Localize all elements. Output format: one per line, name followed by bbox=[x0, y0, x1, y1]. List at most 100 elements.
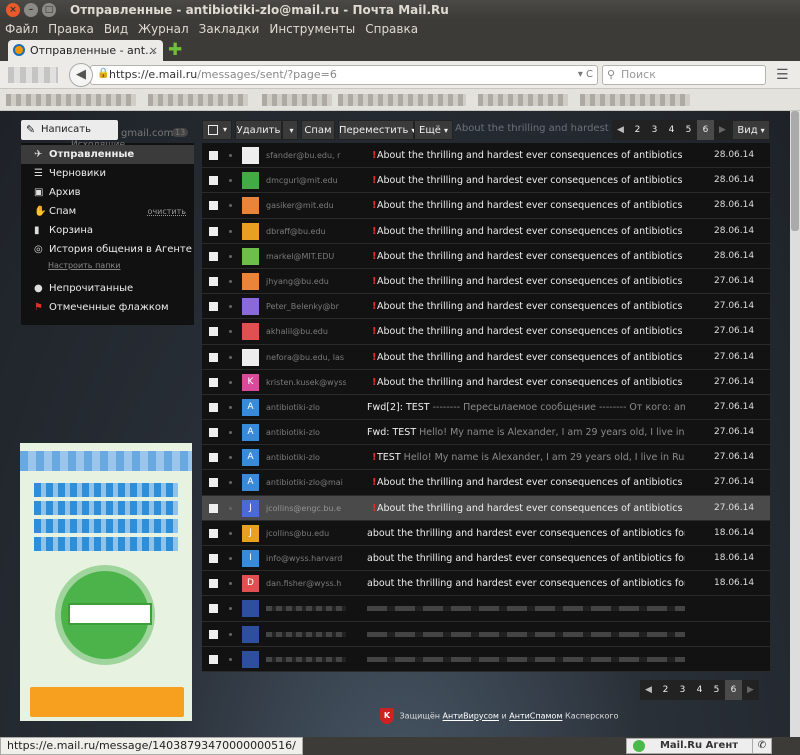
select-all-checkbox[interactable]: ▾ bbox=[202, 120, 232, 140]
folder-spam[interactable]: ✋ Спам очистить bbox=[21, 202, 194, 221]
message-checkbox[interactable] bbox=[209, 604, 218, 614]
message-checkbox[interactable] bbox=[209, 453, 218, 463]
window-maximize-button[interactable]: □ bbox=[42, 3, 56, 17]
page-5-button[interactable]: 5 bbox=[680, 120, 697, 140]
menu-bookmarks[interactable]: Закладки bbox=[199, 20, 260, 39]
page-2-button[interactable]: 2 bbox=[657, 680, 674, 700]
read-status-dot[interactable] bbox=[229, 355, 232, 359]
filter-unread[interactable]: ● Непрочитанные bbox=[21, 279, 194, 298]
message-row[interactable]: nefora@bu.edu, las! About the thrilling a… bbox=[202, 344, 770, 370]
page-2-button[interactable]: 2 bbox=[629, 120, 646, 140]
message-row[interactable]: Aantibiotiki-zlo@mai! About the thrilling… bbox=[202, 470, 770, 496]
read-status-dot[interactable] bbox=[229, 179, 232, 183]
important-flag-icon[interactable]: ! bbox=[372, 445, 377, 470]
read-status-dot[interactable] bbox=[229, 380, 232, 384]
next-page-button[interactable]: ▶ bbox=[742, 680, 759, 700]
bookmark-item[interactable] bbox=[148, 94, 248, 106]
window-close-button[interactable]: × bbox=[6, 3, 20, 17]
message-row[interactable]: Kkristen.kusek@wyss! About the thrilling … bbox=[202, 369, 770, 395]
folder-drafts[interactable]: ☰ Черновики bbox=[21, 164, 194, 183]
ad-button[interactable] bbox=[30, 687, 184, 717]
tab-close-icon[interactable]: × bbox=[149, 40, 158, 61]
page-6-button[interactable]: 6 bbox=[697, 120, 714, 140]
more-button[interactable]: Ещё ▾ bbox=[414, 120, 453, 140]
important-flag-icon[interactable]: ! bbox=[372, 193, 377, 218]
page-scrollbar[interactable] bbox=[790, 111, 800, 737]
menu-file[interactable]: Файл bbox=[5, 20, 38, 39]
filter-flagged[interactable]: ⚑ Отмеченные флажком bbox=[21, 298, 194, 317]
folder-sent[interactable]: ✈ Отправленные bbox=[21, 145, 194, 164]
read-status-dot[interactable] bbox=[229, 254, 232, 258]
message-row[interactable]: Aantibiotiki-zlo Fwd[2]: TEST -------- Пе… bbox=[202, 394, 770, 421]
message-row[interactable]: Aantibiotiki-zlo! TEST Hello! My name is … bbox=[202, 445, 770, 471]
bookmark-item[interactable] bbox=[262, 94, 332, 106]
important-flag-icon[interactable]: ! bbox=[372, 244, 377, 269]
read-status-dot[interactable] bbox=[229, 330, 232, 334]
read-status-dot[interactable] bbox=[229, 531, 232, 535]
url-bar[interactable]: 🔒 https://e.mail.ru/messages/sent/?page=… bbox=[90, 65, 598, 85]
message-checkbox[interactable] bbox=[209, 503, 218, 513]
message-row-blurred[interactable] bbox=[202, 621, 770, 647]
message-checkbox[interactable] bbox=[209, 654, 218, 664]
read-status-dot[interactable] bbox=[229, 657, 232, 661]
read-status-dot[interactable] bbox=[229, 204, 232, 208]
message-row[interactable]: jhyang@bu.edu! About the thrilling and ha… bbox=[202, 268, 770, 295]
bookmark-item[interactable] bbox=[6, 94, 136, 106]
spam-button[interactable]: Спам bbox=[301, 120, 335, 140]
message-row[interactable]: dmcgurl@mit.edu! About the thrilling and … bbox=[202, 168, 770, 194]
message-checkbox[interactable] bbox=[209, 251, 218, 261]
menu-history[interactable]: Журнал bbox=[138, 20, 189, 39]
read-status-dot[interactable] bbox=[229, 305, 232, 309]
message-checkbox[interactable] bbox=[209, 554, 218, 563]
antispam-link[interactable]: АнтиСпамом bbox=[509, 712, 562, 721]
important-flag-icon[interactable]: ! bbox=[372, 294, 377, 319]
clear-spam-link[interactable]: очистить bbox=[148, 202, 186, 221]
folder-agent-history[interactable]: ◎ История общения в Агенте bbox=[21, 240, 194, 259]
window-minimize-button[interactable]: – bbox=[24, 3, 38, 17]
delete-dropdown-button[interactable]: ▾ bbox=[282, 120, 298, 140]
message-checkbox[interactable] bbox=[209, 478, 218, 488]
page-6-button[interactable]: 6 bbox=[725, 680, 742, 700]
menu-help[interactable]: Справка bbox=[365, 20, 418, 39]
bookmark-item[interactable] bbox=[580, 94, 690, 106]
back-button[interactable]: ◀ bbox=[69, 63, 93, 87]
read-status-dot[interactable] bbox=[229, 229, 232, 233]
compose-button[interactable]: ✎ Написать письмо bbox=[21, 120, 118, 155]
message-row[interactable]: Ddan.fisher@wyss.h about the thrilling an… bbox=[202, 571, 770, 597]
important-flag-icon[interactable]: ! bbox=[372, 496, 377, 521]
important-flag-icon[interactable]: ! bbox=[372, 143, 377, 168]
menu-view[interactable]: Вид bbox=[104, 20, 128, 39]
message-row[interactable]: akhalil@bu.edu! About the thrilling and h… bbox=[202, 319, 770, 345]
prev-page-button[interactable]: ◀ bbox=[640, 680, 657, 700]
important-flag-icon[interactable]: ! bbox=[372, 470, 377, 495]
read-status-dot[interactable] bbox=[229, 154, 232, 157]
important-flag-icon[interactable]: ! bbox=[372, 345, 377, 370]
next-page-button[interactable]: ▶ bbox=[714, 120, 731, 140]
read-status-dot[interactable] bbox=[229, 582, 232, 586]
read-status-dot[interactable] bbox=[229, 557, 232, 560]
read-status-dot[interactable] bbox=[229, 279, 232, 283]
view-button[interactable]: Вид ▾ bbox=[732, 120, 770, 140]
antivirus-link[interactable]: АнтиВирусом bbox=[443, 712, 499, 721]
page-4-button[interactable]: 4 bbox=[663, 120, 680, 140]
message-checkbox[interactable] bbox=[209, 402, 218, 412]
message-row[interactable]: Jjcollins@bu.edu about the thrilling and … bbox=[202, 520, 770, 546]
read-status-dot[interactable] bbox=[229, 607, 232, 611]
read-status-dot[interactable] bbox=[229, 405, 232, 409]
important-flag-icon[interactable]: ! bbox=[372, 168, 377, 193]
message-row-blurred[interactable] bbox=[202, 646, 770, 672]
menu-icon[interactable]: ☰ bbox=[776, 68, 789, 82]
important-flag-icon[interactable]: ! bbox=[372, 219, 377, 244]
read-status-dot[interactable] bbox=[229, 506, 232, 510]
read-status-dot[interactable] bbox=[229, 481, 232, 485]
message-checkbox[interactable] bbox=[209, 276, 218, 286]
read-status-dot[interactable] bbox=[229, 456, 232, 460]
message-checkbox[interactable] bbox=[209, 302, 218, 312]
message-checkbox[interactable] bbox=[209, 226, 218, 236]
menu-edit[interactable]: Правка bbox=[48, 20, 94, 39]
message-checkbox[interactable] bbox=[209, 377, 218, 387]
advertisement-banner[interactable] bbox=[20, 443, 192, 721]
message-checkbox[interactable] bbox=[209, 579, 218, 589]
message-row[interactable]: Jjcollins@engc.bu.e! About the thrilling … bbox=[202, 495, 770, 521]
important-flag-icon[interactable]: ! bbox=[372, 269, 377, 294]
